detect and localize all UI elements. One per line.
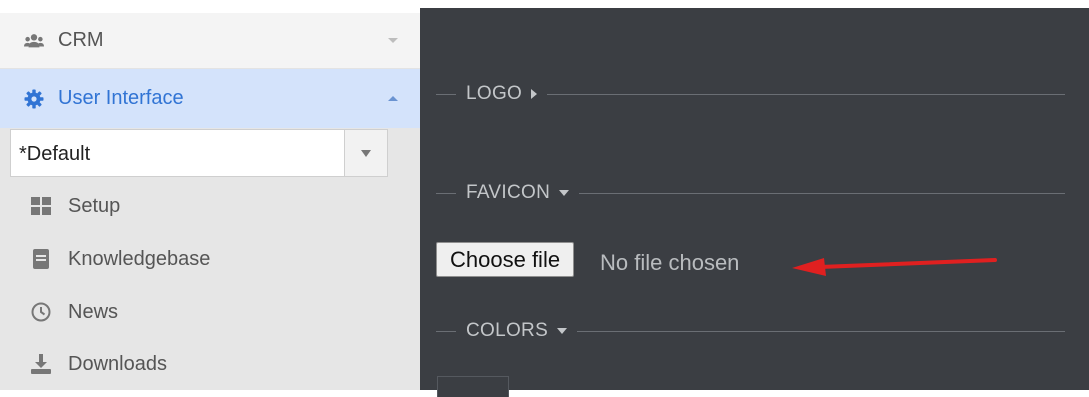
color-swatch[interactable] bbox=[437, 376, 509, 397]
choose-file-button[interactable]: Choose file bbox=[436, 242, 575, 277]
users-icon bbox=[24, 31, 44, 51]
red-arrow-annotation bbox=[792, 258, 997, 276]
section-divider bbox=[579, 192, 1065, 194]
sidebar-item-downloads[interactable]: Downloads bbox=[0, 338, 400, 390]
grid-icon bbox=[30, 195, 52, 217]
sidebar-item-setup-label: Setup bbox=[68, 194, 121, 217]
sidebar-submenu: *Default Setup Knowledgebase News Downlo… bbox=[0, 128, 420, 390]
sidebar-item-user-interface-label: User Interface bbox=[58, 87, 184, 109]
section-logo-title: LOGO bbox=[466, 83, 523, 104]
chevron-up-icon bbox=[388, 96, 398, 101]
section-favicon[interactable]: FAVICON bbox=[436, 181, 1065, 205]
section-colors[interactable]: COLORS bbox=[436, 319, 1065, 343]
file-status-text: No file chosen bbox=[600, 250, 740, 275]
caret-down-icon bbox=[361, 149, 371, 157]
caret-right-icon bbox=[531, 89, 538, 99]
chevron-down-icon bbox=[388, 38, 398, 43]
section-favicon-title: FAVICON bbox=[466, 182, 551, 203]
clock-icon bbox=[30, 301, 52, 323]
sidebar-item-knowledgebase[interactable]: Knowledgebase bbox=[0, 233, 400, 285]
download-icon bbox=[30, 353, 52, 375]
book-icon bbox=[30, 248, 52, 270]
sidebar-item-crm[interactable]: CRM bbox=[0, 13, 420, 69]
sidebar-item-news-label: News bbox=[68, 300, 119, 323]
settings-panel: LOGO FAVICON Choose file No file chosen … bbox=[420, 8, 1089, 397]
theme-select[interactable]: *Default bbox=[10, 129, 388, 177]
section-divider bbox=[577, 330, 1065, 332]
theme-select-value: *Default bbox=[19, 143, 91, 165]
section-colors-title: COLORS bbox=[466, 320, 549, 341]
caret-down-icon bbox=[559, 190, 570, 196]
sidebar-item-crm-label: CRM bbox=[58, 29, 104, 51]
sidebar-top-gap bbox=[0, 0, 420, 13]
sidebar-item-knowledgebase-label: Knowledgebase bbox=[68, 247, 211, 270]
sidebar-item-user-interface[interactable]: User Interface bbox=[0, 69, 420, 128]
caret-down-icon bbox=[557, 328, 568, 334]
sidebar: CRM User Interface *Default Setup Knowle… bbox=[0, 0, 420, 390]
section-divider bbox=[436, 192, 456, 194]
section-divider bbox=[547, 93, 1065, 95]
section-divider bbox=[436, 330, 456, 332]
section-logo[interactable]: LOGO bbox=[436, 82, 1065, 106]
section-divider bbox=[436, 93, 456, 95]
sidebar-item-setup[interactable]: Setup bbox=[0, 180, 400, 232]
gear-icon bbox=[24, 89, 44, 109]
sidebar-item-news[interactable]: News bbox=[0, 286, 400, 338]
theme-select-dropdown-button[interactable] bbox=[344, 130, 387, 176]
sidebar-item-downloads-label: Downloads bbox=[68, 352, 167, 375]
